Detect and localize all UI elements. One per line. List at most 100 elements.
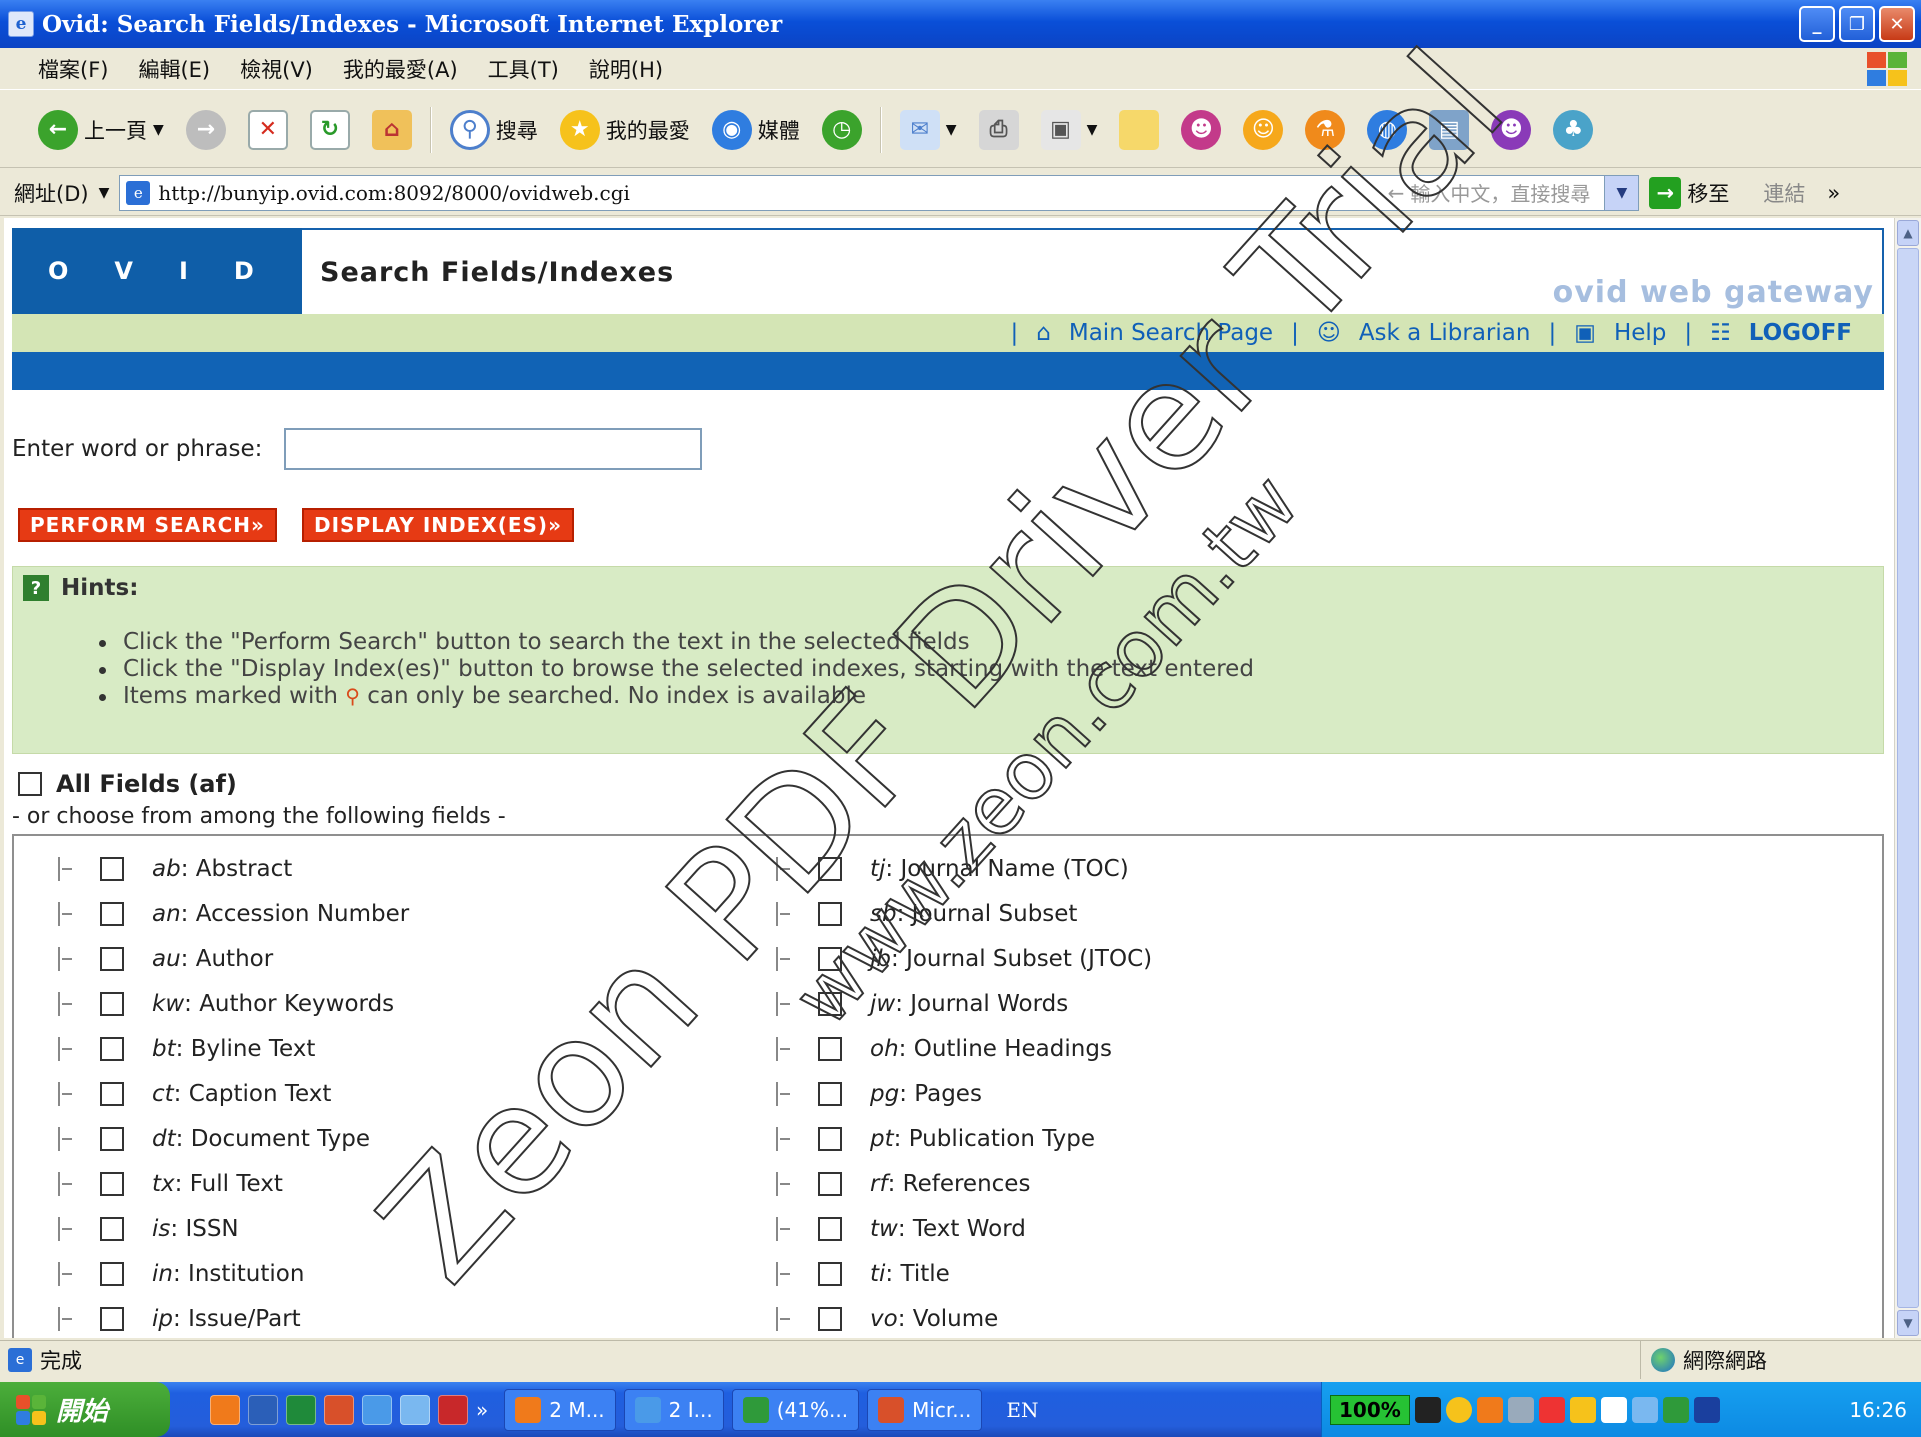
security-icon[interactable] [1538, 1396, 1565, 1423]
address-dropdown-button[interactable]: ▼ [1604, 175, 1639, 210]
expand-icon[interactable] [58, 1126, 78, 1151]
stop-button[interactable]: ✕ [244, 102, 292, 158]
field-checkbox[interactable] [818, 1036, 842, 1061]
ovid-logo[interactable]: O V I D [12, 228, 302, 314]
flask-button[interactable]: ⚗ [1301, 102, 1349, 158]
task-button[interactable]: 2 I... [623, 1388, 724, 1431]
scroll-thumb[interactable] [1897, 248, 1919, 1308]
expand-icon[interactable] [776, 1126, 796, 1151]
task-button[interactable]: 2 M... [504, 1388, 616, 1431]
chevron-more-icon[interactable]: » [1827, 181, 1840, 205]
help-link[interactable]: Help [1614, 320, 1666, 346]
media-button[interactable]: ◉ 媒體 [708, 102, 804, 158]
chevron-down-icon[interactable]: ▼ [99, 185, 110, 201]
menu-tools[interactable]: 工具(T) [488, 54, 559, 84]
back-button[interactable]: ← 上一頁 ▼ [34, 102, 168, 158]
scroll-up-button[interactable]: ▲ [1897, 220, 1919, 246]
menu-favorites[interactable]: 我的最愛(A) [343, 54, 458, 84]
expand-icon[interactable] [776, 1216, 796, 1241]
field-checkbox[interactable] [100, 991, 124, 1016]
battery-percent[interactable]: 100% [1330, 1394, 1410, 1425]
language-indicator[interactable]: EN [1006, 1398, 1038, 1422]
home-button[interactable]: ⌂ [368, 102, 416, 158]
expand-icon[interactable] [58, 1306, 78, 1331]
print-button[interactable]: ⎙ [975, 102, 1023, 158]
book-button[interactable]: ▤ [1425, 102, 1473, 158]
search-button[interactable]: ⚲ 搜尋 [446, 102, 542, 158]
powerpoint-icon[interactable] [324, 1394, 354, 1425]
folder-button[interactable] [1115, 102, 1163, 158]
expand-icon[interactable] [776, 901, 796, 926]
excel-icon[interactable] [286, 1394, 316, 1425]
start-button[interactable]: 開始 [0, 1382, 170, 1437]
power-plug-icon[interactable] [1414, 1396, 1441, 1423]
minimize-button[interactable]: _ [1799, 6, 1835, 42]
field-checkbox[interactable] [818, 991, 842, 1016]
expand-icon[interactable] [776, 991, 796, 1016]
display-indexes-button[interactable]: DISPLAY INDEX(ES) » [302, 508, 574, 542]
expand-icon[interactable] [776, 1036, 796, 1061]
field-checkbox[interactable] [818, 1081, 842, 1106]
expand-icon[interactable] [58, 991, 78, 1016]
edit-button[interactable]: ▣ ▼ [1037, 102, 1102, 158]
field-checkbox[interactable] [818, 1216, 842, 1241]
field-checkbox[interactable] [818, 901, 842, 926]
perform-search-button[interactable]: PERFORM SEARCH » [18, 508, 277, 542]
maximize-button[interactable]: ❐ [1839, 6, 1875, 42]
app-icon[interactable] [1693, 1396, 1720, 1423]
field-checkbox[interactable] [818, 1306, 842, 1331]
expand-icon[interactable] [58, 1216, 78, 1241]
desktop-icon[interactable] [400, 1394, 430, 1425]
volume-icon[interactable] [1662, 1396, 1689, 1423]
field-checkbox[interactable] [100, 1216, 124, 1241]
people-button[interactable]: ♣ [1549, 102, 1597, 158]
expand-icon[interactable] [58, 1261, 78, 1286]
field-checkbox[interactable] [818, 856, 842, 881]
field-checkbox[interactable] [818, 1171, 842, 1196]
expand-icon[interactable] [58, 1081, 78, 1106]
expand-icon[interactable] [776, 1261, 796, 1286]
expand-icon[interactable] [58, 946, 78, 971]
field-checkbox[interactable] [100, 1306, 124, 1331]
task-button[interactable]: (41%... [731, 1388, 860, 1431]
document-icon[interactable] [1600, 1396, 1627, 1423]
links-label[interactable]: 連結 [1763, 178, 1805, 208]
field-checkbox[interactable] [818, 1261, 842, 1286]
expand-icon[interactable] [776, 856, 796, 881]
field-checkbox[interactable] [100, 946, 124, 971]
expand-icon[interactable] [776, 946, 796, 971]
field-checkbox[interactable] [100, 856, 124, 881]
field-checkbox[interactable] [818, 946, 842, 971]
logoff-link[interactable]: LOGOFF [1749, 320, 1852, 346]
field-checkbox[interactable] [100, 1171, 124, 1196]
favorites-button[interactable]: ★ 我的最愛 [556, 102, 694, 158]
close-button[interactable]: ✕ [1879, 6, 1915, 42]
chevron-more-icon[interactable]: » [476, 1398, 488, 1422]
outlook-icon[interactable] [210, 1394, 240, 1425]
field-checkbox[interactable] [100, 1126, 124, 1151]
emoticon-icon[interactable] [1476, 1396, 1503, 1423]
field-checkbox[interactable] [100, 901, 124, 926]
menu-help[interactable]: 說明(H) [589, 54, 663, 84]
expand-icon[interactable] [58, 1171, 78, 1196]
scroll-down-button[interactable]: ▼ [1897, 1310, 1919, 1336]
character-button[interactable]: ☻ [1487, 102, 1535, 158]
go-button[interactable]: → 移至 [1649, 176, 1729, 209]
vertical-scrollbar[interactable]: ▲ ▼ [1894, 218, 1921, 1338]
expand-icon[interactable] [776, 1171, 796, 1196]
mail-button[interactable]: ✉ ▼ [896, 102, 961, 158]
main-search-link[interactable]: Main Search Page [1069, 320, 1273, 346]
field-checkbox[interactable] [818, 1126, 842, 1151]
field-checkbox[interactable] [100, 1036, 124, 1061]
history-button[interactable]: ◷ [818, 102, 866, 158]
forward-button[interactable]: → [182, 102, 230, 158]
ask-librarian-link[interactable]: Ask a Librarian [1359, 320, 1531, 346]
menu-file[interactable]: 檔案(F) [38, 54, 108, 84]
task-button[interactable]: Micr... [867, 1388, 983, 1431]
menu-edit[interactable]: 編輯(E) [138, 54, 210, 84]
emoticon-button[interactable]: ☺ [1239, 102, 1287, 158]
field-checkbox[interactable] [100, 1081, 124, 1106]
expand-icon[interactable] [776, 1306, 796, 1331]
expand-icon[interactable] [58, 856, 78, 881]
field-checkbox[interactable] [100, 1261, 124, 1286]
